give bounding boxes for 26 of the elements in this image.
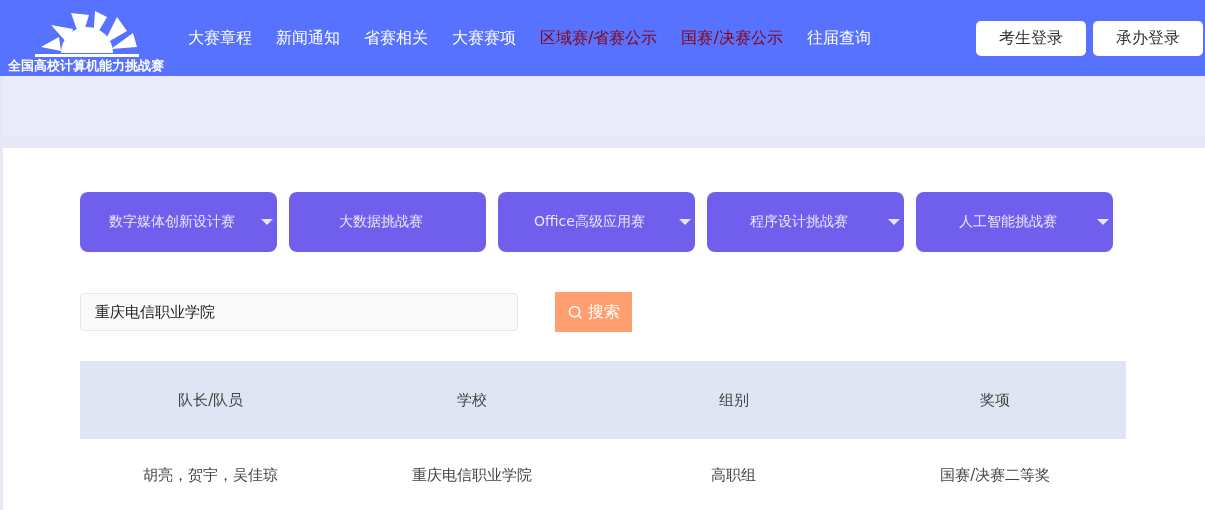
search-button[interactable]: 搜索	[555, 292, 632, 332]
column-header: 组别	[717, 390, 750, 410]
logo-text: 全国高校计算机能力挑战赛	[8, 58, 164, 75]
nav-link[interactable]: 大赛赛项	[440, 27, 528, 49]
table-cell-text: 重庆电信职业学院	[411, 465, 534, 485]
login-button[interactable]: 承办登录	[1093, 20, 1203, 56]
category-button[interactable]: Office高级应用赛	[498, 192, 695, 252]
table-cell-text: 胡亮，贺宇，吴佳琼	[142, 465, 280, 485]
nav-link[interactable]: 国赛/决赛公示	[669, 27, 795, 49]
category-button[interactable]: 人工智能挑战赛	[916, 192, 1113, 252]
category-button[interactable]: 数字媒体创新设计赛	[80, 192, 277, 252]
table-cell-text: 高职组	[710, 465, 758, 485]
search-icon	[567, 304, 583, 320]
column-header: 队长/队员	[177, 390, 245, 410]
table-cell-text: 国赛/决赛二等奖	[939, 465, 1052, 485]
nav-link[interactable]: 大赛章程	[176, 27, 264, 49]
search-field[interactable]: 重庆电信职业学院	[80, 293, 518, 331]
nav-link[interactable]: 新闻通知	[264, 27, 352, 49]
column-header: 奖项	[979, 390, 1012, 410]
nav-link[interactable]: 省赛相关	[352, 27, 440, 49]
login-button[interactable]: 考生登录	[976, 20, 1086, 56]
category-button[interactable]: 大数据挑战赛	[289, 192, 486, 252]
nav-link[interactable]: 区域赛/省赛公示	[528, 27, 670, 49]
nav-link[interactable]: 往届查询	[794, 27, 883, 49]
column-header: 学校	[456, 390, 489, 410]
category-button[interactable]: 程序设计挑战赛	[707, 192, 904, 252]
